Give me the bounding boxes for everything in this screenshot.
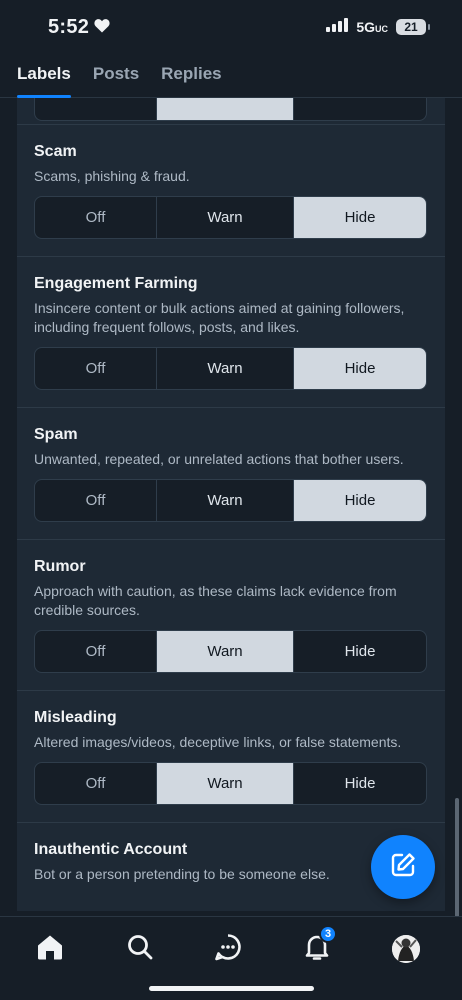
tab-posts[interactable]: Posts — [93, 54, 139, 98]
profile-tabs: Labels Posts Replies — [0, 54, 462, 98]
warn-option[interactable]: Warn — [156, 763, 293, 804]
notification-badge: 3 — [319, 925, 337, 943]
label-section-scam: Scam Scams, phishing & fraud. Off Warn H… — [17, 124, 445, 256]
network-label: 5GUC — [356, 19, 388, 35]
hide-option[interactable] — [293, 98, 426, 120]
hide-option[interactable]: Hide — [293, 348, 426, 389]
labels-list[interactable]: Scam Scams, phishing & fraud. Off Warn H… — [0, 98, 462, 916]
label-title: Spam — [34, 426, 78, 443]
signal-icon — [326, 17, 349, 37]
label-section-partial — [17, 98, 445, 124]
off-option[interactable]: Off — [35, 763, 156, 804]
label-section-misleading: Misleading Altered images/videos, decept… — [17, 690, 445, 822]
label-title: Misleading — [34, 709, 117, 726]
labels-panel: Scam Scams, phishing & fraud. Off Warn H… — [17, 98, 445, 911]
avatar — [392, 935, 420, 963]
home-indicator — [149, 986, 314, 991]
warn-option[interactable] — [156, 98, 293, 120]
off-option[interactable]: Off — [35, 480, 156, 521]
label-section-spam: Spam Unwanted, repeated, or unrelated ac… — [17, 407, 445, 539]
off-option[interactable] — [35, 98, 156, 120]
label-title: Rumor — [34, 558, 86, 575]
status-indicators: 5GUC 21 — [326, 17, 430, 37]
heart-icon — [94, 16, 110, 39]
warn-option[interactable]: Warn — [156, 631, 293, 672]
off-option[interactable]: Off — [35, 197, 156, 238]
visibility-selector: Off Warn Hide — [34, 479, 427, 522]
search-icon — [126, 933, 154, 966]
warn-option[interactable]: Warn — [156, 197, 293, 238]
label-section-engagement-farming: Engagement Farming Insincere content or … — [17, 256, 445, 407]
nav-profile[interactable] — [384, 931, 428, 967]
hide-option[interactable]: Hide — [293, 631, 426, 672]
visibility-selector: Off Warn Hide — [34, 196, 427, 239]
warn-option[interactable]: Warn — [156, 348, 293, 389]
chat-icon — [214, 933, 242, 966]
hide-option[interactable]: Hide — [293, 197, 426, 238]
visibility-selector: Off Warn Hide — [34, 347, 427, 390]
clock: 5:52 — [48, 15, 90, 38]
label-description: Altered images/videos, deceptive links, … — [34, 734, 402, 750]
label-description: Approach with caution, as these claims l… — [34, 583, 397, 618]
label-description: Bot or a person pretending to be someone… — [34, 866, 330, 882]
label-title: Inauthentic Account — [34, 841, 188, 858]
bottom-nav: 3 — [0, 916, 462, 1000]
label-section-rumor: Rumor Approach with caution, as these cl… — [17, 539, 445, 690]
hide-option[interactable]: Hide — [293, 480, 426, 521]
visibility-selector — [34, 98, 427, 121]
nav-home[interactable] — [28, 931, 72, 967]
off-option[interactable]: Off — [35, 348, 156, 389]
label-description: Scams, phishing & fraud. — [34, 168, 190, 184]
visibility-selector: Off Warn Hide — [34, 630, 427, 673]
compose-icon — [389, 851, 417, 884]
tab-replies[interactable]: Replies — [161, 54, 221, 98]
nav-notifications[interactable]: 3 — [295, 925, 339, 967]
nav-chat[interactable] — [206, 931, 250, 967]
scrollbar[interactable] — [455, 798, 459, 916]
status-time: 5:52 — [48, 16, 110, 39]
warn-option[interactable]: Warn — [156, 480, 293, 521]
home-icon — [36, 933, 64, 966]
label-title: Engagement Farming — [34, 275, 198, 292]
battery-indicator: 21 — [396, 19, 430, 35]
label-description: Insincere content or bulk actions aimed … — [34, 300, 405, 335]
label-title: Scam — [34, 143, 77, 160]
status-bar: 5:52 5GUC 21 — [0, 0, 462, 54]
visibility-selector: Off Warn Hide — [34, 762, 427, 805]
nav-search[interactable] — [118, 931, 162, 967]
compose-button[interactable] — [371, 835, 435, 899]
hide-option[interactable]: Hide — [293, 763, 426, 804]
off-option[interactable]: Off — [35, 631, 156, 672]
label-description: Unwanted, repeated, or unrelated actions… — [34, 451, 404, 467]
tab-labels[interactable]: Labels — [17, 54, 71, 98]
